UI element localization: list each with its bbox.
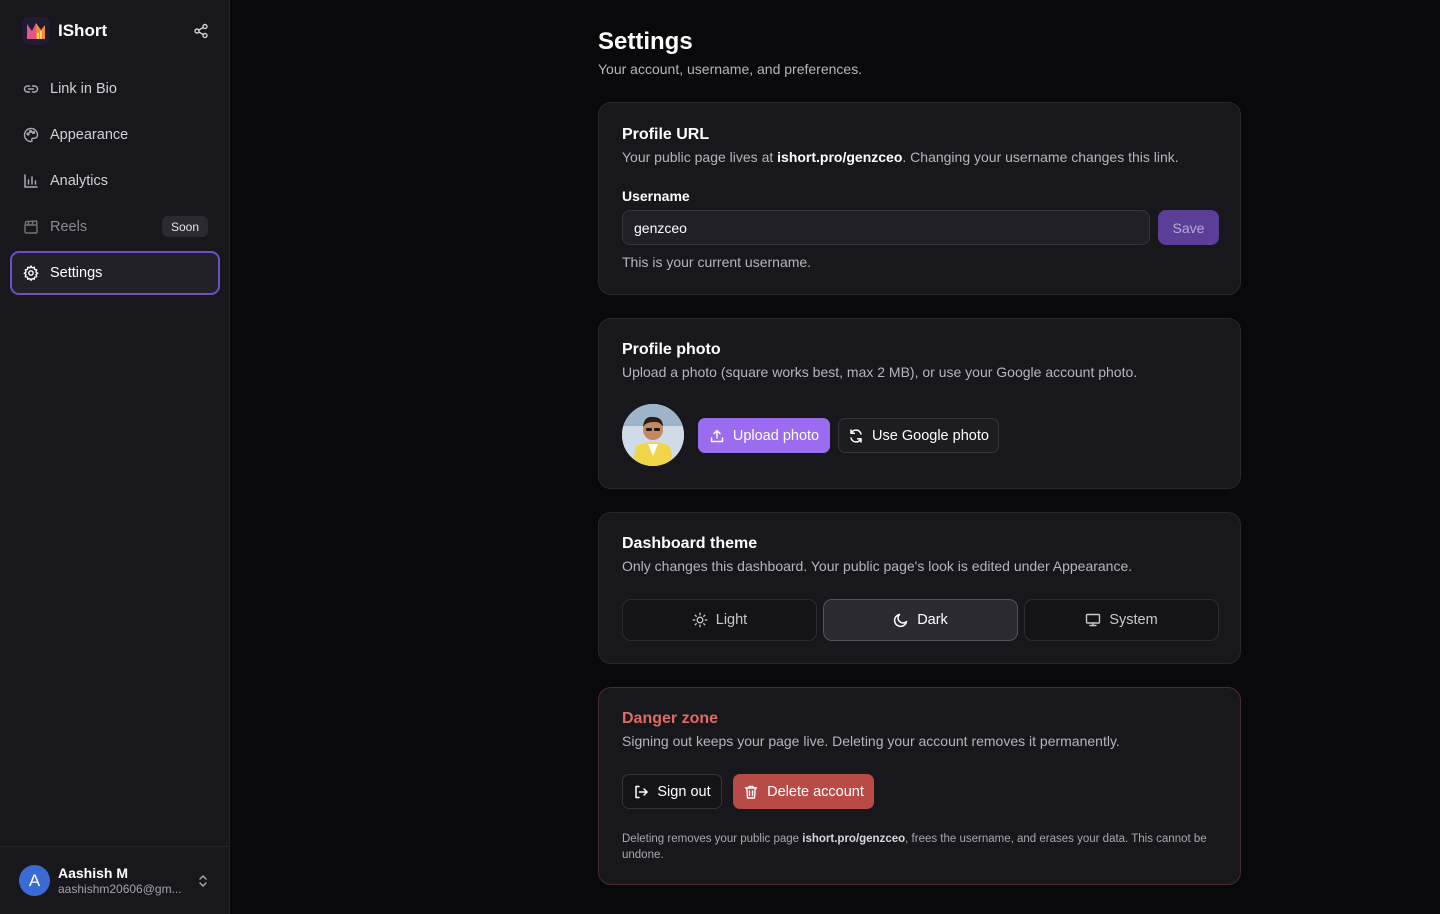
user-email: aashishm20606@gm... <box>58 882 182 896</box>
sign-out-label: Sign out <box>657 783 711 800</box>
share-button[interactable] <box>190 20 212 42</box>
sidebar-item-label: Link in Bio <box>50 81 117 97</box>
moon-icon <box>894 613 908 628</box>
delete-account-label: Delete account <box>767 783 864 800</box>
theme-option-light[interactable]: Light <box>622 599 817 641</box>
theme-option-label: System <box>1109 612 1158 628</box>
profile-url-card: Profile URL Your public page lives at is… <box>598 102 1241 295</box>
username-input[interactable] <box>622 210 1150 245</box>
save-button[interactable]: Save <box>1158 210 1219 245</box>
upload-photo-label: Upload photo <box>732 427 820 444</box>
username-label: Username <box>622 188 690 204</box>
use-google-photo-label: Use Google photo <box>872 427 989 444</box>
clapperboard-icon <box>23 219 39 235</box>
app-name: IShort <box>58 21 108 40</box>
card-description: Your public page lives at ishort.pro/gen… <box>622 149 1179 165</box>
user-name: Aashish M <box>58 865 129 881</box>
sidebar-item-analytics[interactable]: Analytics <box>10 159 220 203</box>
use-google-photo-button[interactable]: Use Google photo <box>838 418 999 453</box>
danger-zone-card: Danger zone Signing out keeps your page … <box>598 687 1241 885</box>
fine-text: Deleting removes your public page <box>622 833 803 845</box>
desc-text: . Changing your username changes this li… <box>902 149 1179 165</box>
card-title: Danger zone <box>622 710 719 727</box>
bar-chart-icon <box>23 173 39 189</box>
sign-out-button[interactable]: Sign out <box>622 774 722 809</box>
monitor-icon <box>1086 613 1101 627</box>
upload-icon <box>710 429 724 442</box>
card-title: Profile photo <box>622 341 721 358</box>
page-subtitle: Your account, username, and preferences. <box>598 61 863 77</box>
theme-option-dark[interactable]: Dark <box>823 599 1018 641</box>
sidebar-item-reels[interactable]: Reels Soon <box>10 205 220 249</box>
link-icon <box>23 81 39 97</box>
sidebar-item-link-in-bio[interactable]: Link in Bio <box>10 67 220 111</box>
refresh-icon <box>850 428 862 443</box>
profile-photo-avatar <box>622 404 684 466</box>
page-title: Settings <box>598 28 693 55</box>
sidebar: IShort Link in Bio Appearance Analytics … <box>0 0 230 914</box>
brand[interactable]: IShort <box>22 16 107 46</box>
theme-option-system[interactable]: System <box>1024 599 1219 641</box>
desc-text: Your public page lives at <box>622 149 778 165</box>
sidebar-item-label: Analytics <box>50 173 109 189</box>
sidebar-item-label: Reels <box>50 219 88 235</box>
ishort-logo-icon <box>22 17 50 45</box>
fine-link: ishort.pro/genzceo <box>802 833 906 845</box>
log-out-icon <box>635 785 649 798</box>
profile-photo-card: Profile photo Upload a photo (square wor… <box>598 318 1241 489</box>
chevron-up-down-icon[interactable] <box>195 873 211 889</box>
user-account-menu[interactable]: A Aashish M aashishm20606@gm... <box>0 846 230 914</box>
delete-warning-text: Deleting removes your public page ishort… <box>622 831 1212 863</box>
card-title: Profile URL <box>622 126 710 143</box>
card-description: Only changes this dashboard. Your public… <box>622 558 1133 574</box>
sidebar-item-label: Appearance <box>50 127 129 143</box>
sidebar-item-settings[interactable]: Settings <box>10 251 220 295</box>
sun-icon <box>692 612 708 628</box>
delete-account-button[interactable]: Delete account <box>733 774 874 809</box>
trash-icon <box>744 785 758 799</box>
sidebar-item-appearance[interactable]: Appearance <box>10 113 220 157</box>
avatar: A <box>19 865 50 896</box>
dashboard-theme-card: Dashboard theme Only changes this dashbo… <box>598 512 1241 664</box>
card-title: Dashboard theme <box>622 535 758 552</box>
profile-link: ishort.pro/genzceo <box>777 149 903 165</box>
theme-option-label: Light <box>715 612 748 628</box>
share-icon <box>194 23 208 39</box>
username-hint: This is your current username. <box>622 254 812 270</box>
palette-icon <box>23 127 39 143</box>
soon-badge: Soon <box>161 216 208 237</box>
gear-icon <box>23 265 39 281</box>
card-description: Signing out keeps your page live. Deleti… <box>622 733 1120 749</box>
upload-photo-button[interactable]: Upload photo <box>698 418 830 453</box>
theme-option-label: Dark <box>917 612 948 628</box>
card-description: Upload a photo (square works best, max 2… <box>622 364 1138 380</box>
sidebar-item-label: Settings <box>50 265 103 281</box>
